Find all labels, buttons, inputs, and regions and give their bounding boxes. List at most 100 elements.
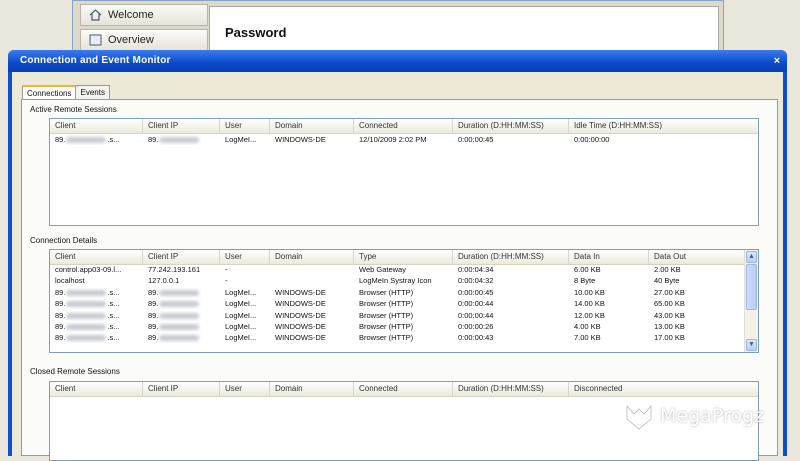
column-header-connected[interactable]: Connected: [354, 119, 453, 133]
column-header-domain[interactable]: Domain: [270, 250, 354, 264]
cell-client: localhost: [55, 276, 85, 286]
cell-client-ip: 89.: [143, 288, 220, 298]
background-content: Password: [209, 6, 719, 56]
scroll-down-icon[interactable]: ▼: [746, 339, 757, 351]
cell-domain: WINDOWS-DE: [275, 333, 326, 343]
column-header-user[interactable]: User: [220, 382, 270, 396]
cell-data-out: 43.00 KB: [654, 310, 685, 320]
cell-client: 89. .s...: [55, 310, 120, 320]
table-row[interactable]: 89. .s... 89. LogMeI... WINDOWS-DE 12/10/…: [50, 135, 758, 145]
cell-type: Browser (HTTP): [359, 310, 414, 320]
cell-domain: WINDOWS-DE: [275, 322, 326, 331]
cell-user: LogMeI...: [225, 299, 257, 309]
cell-data-in: 4.00 KB: [574, 322, 601, 331]
nav-item-label: Overview: [108, 34, 154, 46]
column-header-connected[interactable]: Connected: [354, 382, 453, 396]
column-header-domain[interactable]: Domain: [270, 119, 354, 133]
table-row[interactable]: 89. .s... 89. LogMeI... WINDOWS-DE Browser (H…: [50, 299, 758, 309]
cell-client: 89. .s...: [55, 287, 120, 297]
cell-type: Web Gateway: [359, 265, 406, 274]
cell-duration: 0:00:04:34: [458, 265, 494, 274]
cell-user: LogMeI...: [225, 287, 257, 297]
vertical-scrollbar[interactable]: ▲ ▼: [744, 250, 758, 352]
close-icon[interactable]: ×: [771, 55, 783, 67]
megaprogz-logo-icon: [626, 404, 652, 430]
cell-client-ip: 77.242.193.161: [148, 265, 201, 274]
nav-item-label: Welcome: [108, 9, 154, 21]
scroll-thumb[interactable]: [746, 264, 757, 310]
connection-details-grid: Client Client IP User Domain Type Durati…: [49, 249, 759, 353]
cell-type: Browser (HTTP): [359, 299, 414, 309]
cell-client: 89. .s...: [55, 135, 120, 144]
nav-item-welcome[interactable]: Welcome: [80, 4, 208, 26]
cell-type: Browser (HTTP): [359, 287, 414, 297]
active-sessions-grid: Client Client IP User Domain Connected D…: [49, 118, 759, 226]
section-label-details: Connection Details: [30, 236, 98, 245]
dialog-title: Connection and Event Monitor: [20, 55, 171, 66]
column-header-data-in[interactable]: Data In: [569, 250, 649, 264]
cell-data-out: 13.00 KB: [654, 322, 685, 331]
column-header-client-ip[interactable]: Client IP: [143, 382, 220, 396]
cell-domain: WINDOWS-DE: [275, 135, 326, 144]
section-label-closed: Closed Remote Sessions: [30, 367, 120, 376]
column-header-duration[interactable]: Duration (D:HH:MM:SS): [453, 250, 569, 264]
content-title: Password: [225, 25, 287, 40]
cell-data-in: 12.00 KB: [574, 310, 605, 320]
column-header-type[interactable]: Type: [354, 250, 453, 264]
cell-duration: 0:00:00:45: [458, 287, 494, 297]
table-row[interactable]: 89. .s... 89. LogMeI... WINDOWS-DE Browser (H…: [50, 311, 758, 321]
table-row[interactable]: 89. .s... 89. LogMeI... WINDOWS-DE Browser (H…: [50, 322, 758, 332]
column-header-client[interactable]: Client: [50, 250, 143, 264]
cell-client-ip: 127.0.0.1: [148, 276, 180, 286]
cell-domain: [270, 276, 354, 286]
column-header-client[interactable]: Client: [50, 382, 143, 396]
cell-duration: 0:00:04:32: [458, 276, 494, 286]
cell-data-in: 14.00 KB: [574, 299, 605, 309]
table-row[interactable]: 89. .s... 89. LogMeI... WINDOWS-DE Browser (H…: [50, 333, 758, 343]
dialog-body: Connections Events Active Remote Session…: [12, 72, 783, 461]
column-header-duration[interactable]: Duration (D:HH:MM:SS): [453, 382, 569, 396]
cell-client: control.app03-09.l...: [55, 265, 122, 274]
cell-data-out: 40 Byte: [654, 276, 680, 286]
cell-data-out: 17.00 KB: [654, 333, 685, 343]
cell-domain: WINDOWS-DE: [275, 287, 326, 297]
column-header-data-out[interactable]: Data Out: [649, 250, 747, 264]
section-label-active: Active Remote Sessions: [30, 105, 117, 114]
table-row[interactable]: control.app03-09.l... 77.242.193.161 - Web …: [50, 265, 758, 275]
cell-user: -: [225, 276, 228, 286]
cell-duration: 0:00:00:44: [458, 299, 494, 309]
column-header-client[interactable]: Client: [50, 119, 143, 133]
cell-data-out: 2.00 KB: [654, 265, 681, 274]
cell-client-ip: 89.: [143, 322, 220, 332]
column-header-disconnected[interactable]: Disconnected: [569, 382, 758, 396]
cell-client-ip: 89.: [143, 135, 220, 145]
dialog-titlebar[interactable]: Connection and Event Monitor ×: [8, 50, 787, 72]
cell-data-out: 65.00 KB: [654, 299, 685, 309]
grid-header: Client Client IP User Domain Type Durati…: [50, 250, 758, 265]
tab-events[interactable]: Events: [75, 85, 110, 100]
cell-duration: 0:00:00:44: [458, 310, 494, 320]
cell-client-ip: 89.: [143, 299, 220, 309]
cell-type: LogMeIn Systray Icon: [359, 276, 432, 286]
cell-domain: WINDOWS-DE: [275, 299, 326, 309]
grid-header: Client Client IP User Domain Connected D…: [50, 382, 758, 397]
column-header-user[interactable]: User: [220, 119, 270, 133]
cell-data-in: 6.00 KB: [574, 265, 601, 274]
column-header-idle-time[interactable]: Idle Time (D:HH:MM:SS): [569, 119, 758, 133]
table-row[interactable]: 89. .s... 89. LogMeI... WINDOWS-DE Browser (H…: [50, 288, 758, 298]
column-header-user[interactable]: User: [220, 250, 270, 264]
cell-data-in: 10.00 KB: [574, 287, 605, 297]
table-row[interactable]: localhost 127.0.0.1 - LogMeIn Systray Icon 0…: [50, 276, 758, 286]
home-icon: [89, 9, 102, 21]
column-header-client-ip[interactable]: Client IP: [143, 250, 220, 264]
nav-item-overview[interactable]: Overview: [80, 29, 208, 51]
cell-client: 89. .s...: [55, 322, 120, 331]
list-icon: [89, 34, 102, 46]
column-header-duration[interactable]: Duration (D:HH:MM:SS): [453, 119, 569, 133]
scroll-up-icon[interactable]: ▲: [746, 251, 757, 263]
cell-data-out: 27.00 KB: [654, 287, 685, 297]
cell-duration: 0:00:00:45: [458, 135, 494, 144]
column-header-domain[interactable]: Domain: [270, 382, 354, 396]
column-header-client-ip[interactable]: Client IP: [143, 119, 220, 133]
watermark: MegaProgz: [624, 401, 764, 431]
